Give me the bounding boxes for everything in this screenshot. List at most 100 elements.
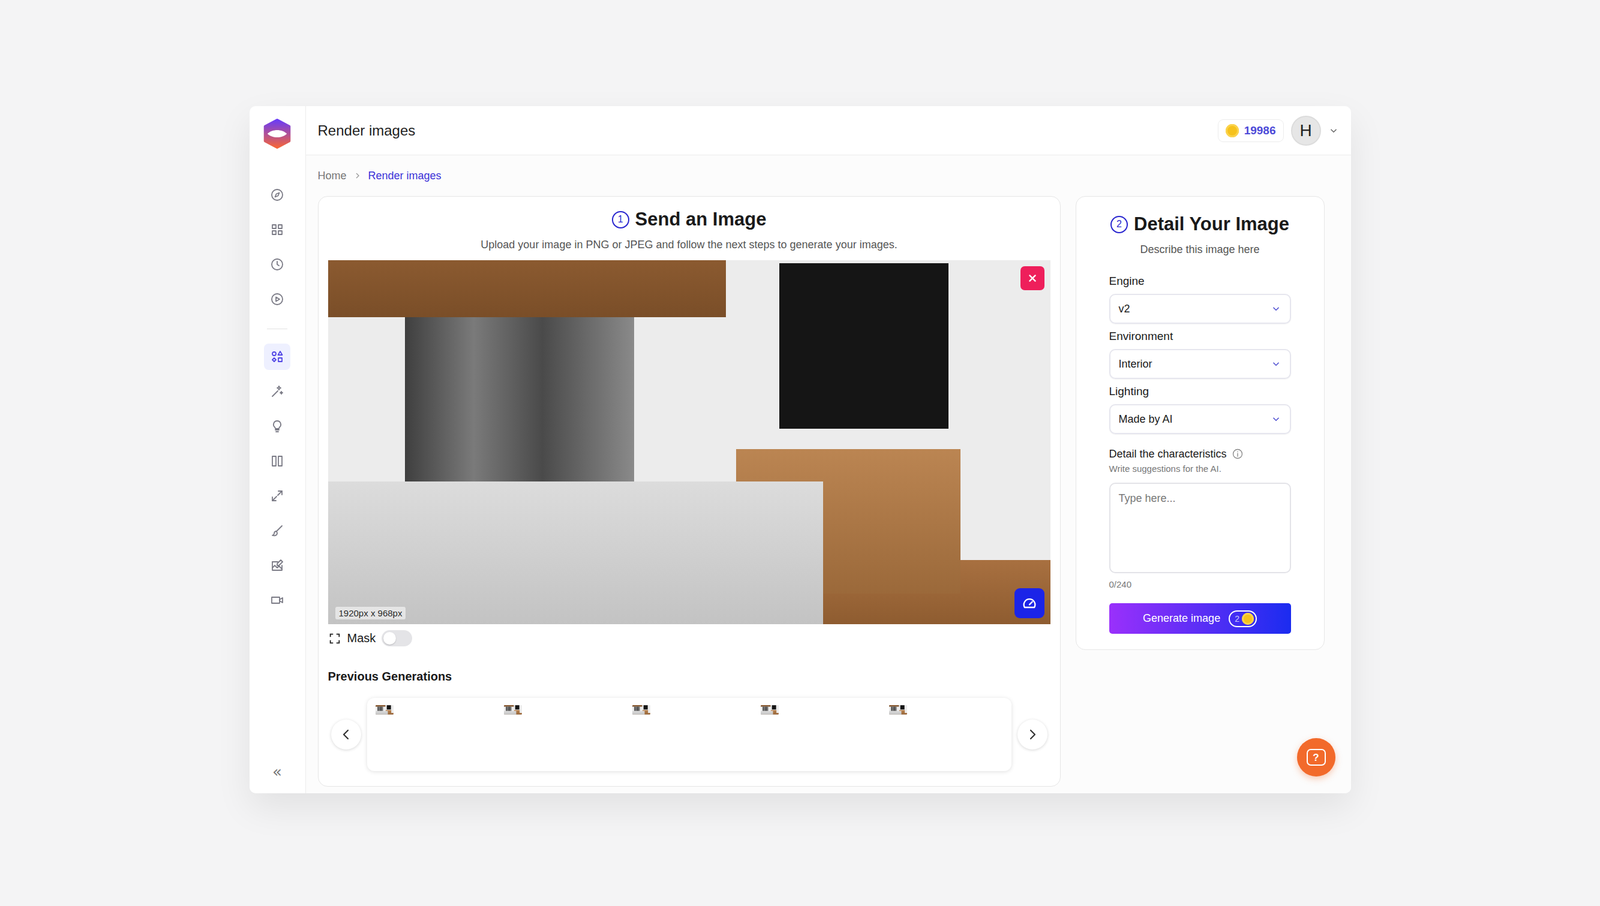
compare-icon: [269, 454, 285, 469]
field-label: Engine: [1109, 274, 1292, 288]
sidebar-top-group: [263, 177, 291, 317]
select[interactable]: Made by AI: [1109, 404, 1292, 435]
chevron-right-icon: [1025, 727, 1040, 743]
mask-toggle[interactable]: [381, 630, 413, 647]
image-preview: 1920px x 968px: [328, 260, 1051, 625]
preview-image: [328, 260, 1051, 625]
magic-icon: [269, 384, 285, 399]
sidebar-item[interactable]: [263, 413, 291, 440]
app-window: « Render images 19986 H Home Render images 1 Se…: [249, 106, 1352, 794]
logo-icon[interactable]: [260, 117, 294, 150]
previous-generations: [328, 698, 1051, 772]
coin-icon: [1225, 124, 1239, 138]
thumbnail-image: [889, 705, 908, 716]
brush-icon: [269, 523, 285, 539]
generate-button[interactable]: Generate image 2: [1109, 603, 1292, 635]
sidebar-item[interactable]: [263, 251, 291, 278]
chevron-down-icon: [1270, 358, 1282, 370]
upload-title-text: Send an Image: [635, 208, 767, 231]
sidebar-item[interactable]: [263, 552, 291, 579]
field: Lighting Made by AI: [1109, 385, 1292, 435]
help-button[interactable]: ?: [1297, 738, 1336, 777]
upload-title: 1 Send an Image: [328, 207, 1051, 232]
sidebar-item[interactable]: [263, 286, 291, 313]
carousel-prev[interactable]: [331, 719, 362, 750]
speed-button[interactable]: [1014, 588, 1045, 619]
compass-icon: [269, 187, 285, 203]
breadcrumb: Home Render images: [317, 155, 1340, 197]
thumbnail[interactable]: [760, 705, 779, 716]
details-title: 2 Detail Your Image: [1109, 212, 1292, 237]
main: Render images 19986 H Home Render images 1 Sen…: [305, 106, 1352, 794]
breadcrumb-item[interactable]: Render images: [368, 169, 442, 182]
help-bubble-icon: ?: [1306, 749, 1326, 767]
field-label: Environment: [1109, 329, 1292, 344]
chevron-down-icon: [1270, 303, 1282, 315]
remove-image-button[interactable]: [1020, 266, 1045, 291]
sidebar-item[interactable]: [263, 378, 291, 405]
sidebar-item[interactable]: [263, 448, 291, 475]
header: Render images19986H: [305, 106, 1352, 156]
select[interactable]: v2: [1109, 293, 1292, 324]
sidebar-item[interactable]: [263, 517, 291, 545]
video-icon: [269, 593, 285, 608]
generate-label: Generate image: [1142, 612, 1221, 626]
breadcrumb-item[interactable]: Home: [317, 169, 347, 182]
chevron-right-icon: [352, 170, 363, 181]
content: Home Render images 1 Send an Image Upload yo…: [305, 155, 1352, 794]
fullscreen-icon: [328, 632, 342, 646]
select-value: Interior: [1118, 358, 1153, 371]
thumbnail-image: [760, 705, 779, 716]
cost-value: 2: [1234, 614, 1240, 624]
thumbnail[interactable]: [503, 705, 522, 716]
page: « Render images 19986 H Home Render images 1 Se…: [0, 0, 1600, 906]
play-icon: [269, 292, 285, 307]
select-value: Made by AI: [1118, 413, 1173, 426]
thumbnail-strip: [367, 698, 1012, 772]
sidebar-item[interactable]: [263, 181, 291, 209]
previous-generations-title: Previous Generations: [328, 669, 1051, 684]
details-title-text: Detail Your Image: [1133, 213, 1290, 236]
toggle-knob: [383, 632, 396, 645]
image-edit-icon: [269, 558, 285, 573]
field-label: Lighting: [1109, 385, 1292, 399]
thumbnail[interactable]: [889, 705, 908, 716]
render-icon: [269, 349, 285, 365]
coin-count: 19986: [1244, 124, 1277, 138]
select-value: v2: [1118, 302, 1131, 316]
step-badge: 1: [611, 211, 630, 229]
mask-label: Mask: [347, 631, 377, 646]
sidebar-item[interactable]: [263, 216, 291, 243]
select[interactable]: Interior: [1109, 349, 1292, 380]
characteristics-label: Detail the characteristics: [1109, 447, 1227, 461]
characteristics-input[interactable]: [1109, 482, 1292, 574]
details-subtitle: Describe this image here: [1109, 242, 1292, 257]
sidebar-item[interactable]: [263, 587, 291, 614]
sidebar-divider: [266, 328, 288, 330]
sidebar-item[interactable]: [263, 482, 291, 510]
close-icon: [1025, 271, 1040, 285]
details-card: 2 Detail Your Image Describe this image he…: [1075, 196, 1325, 651]
avatar[interactable]: H: [1291, 115, 1322, 146]
characteristics-label-row: Detail the characteristics: [1109, 447, 1292, 461]
field: Engine v2: [1109, 274, 1292, 324]
bulb-icon: [269, 419, 285, 434]
gauge-icon: [1021, 595, 1038, 612]
thumbnail[interactable]: [375, 705, 394, 716]
chevron-down-icon[interactable]: [1328, 125, 1340, 137]
upload-subtitle: Upload your image in PNG or JPEG and fol…: [328, 237, 1051, 252]
info-icon[interactable]: [1231, 448, 1244, 461]
field: Environment Interior: [1109, 329, 1292, 380]
header-actions: 19986 H: [1217, 115, 1340, 146]
step-badge: 2: [1110, 215, 1128, 234]
fields: Engine v2 Environment Interior Lighting Made …: [1109, 274, 1292, 635]
collapse-button[interactable]: «: [268, 763, 286, 781]
sidebar-tools-group: [263, 339, 291, 618]
coin-balance[interactable]: 19986: [1217, 119, 1284, 143]
image-size-badge: 1920px x 968px: [335, 607, 407, 620]
sidebar-item[interactable]: [263, 343, 291, 371]
thumbnail[interactable]: [632, 705, 651, 716]
carousel-next[interactable]: [1017, 719, 1048, 750]
thumbnail-image: [632, 705, 651, 716]
mask-row: Mask: [328, 630, 1051, 647]
